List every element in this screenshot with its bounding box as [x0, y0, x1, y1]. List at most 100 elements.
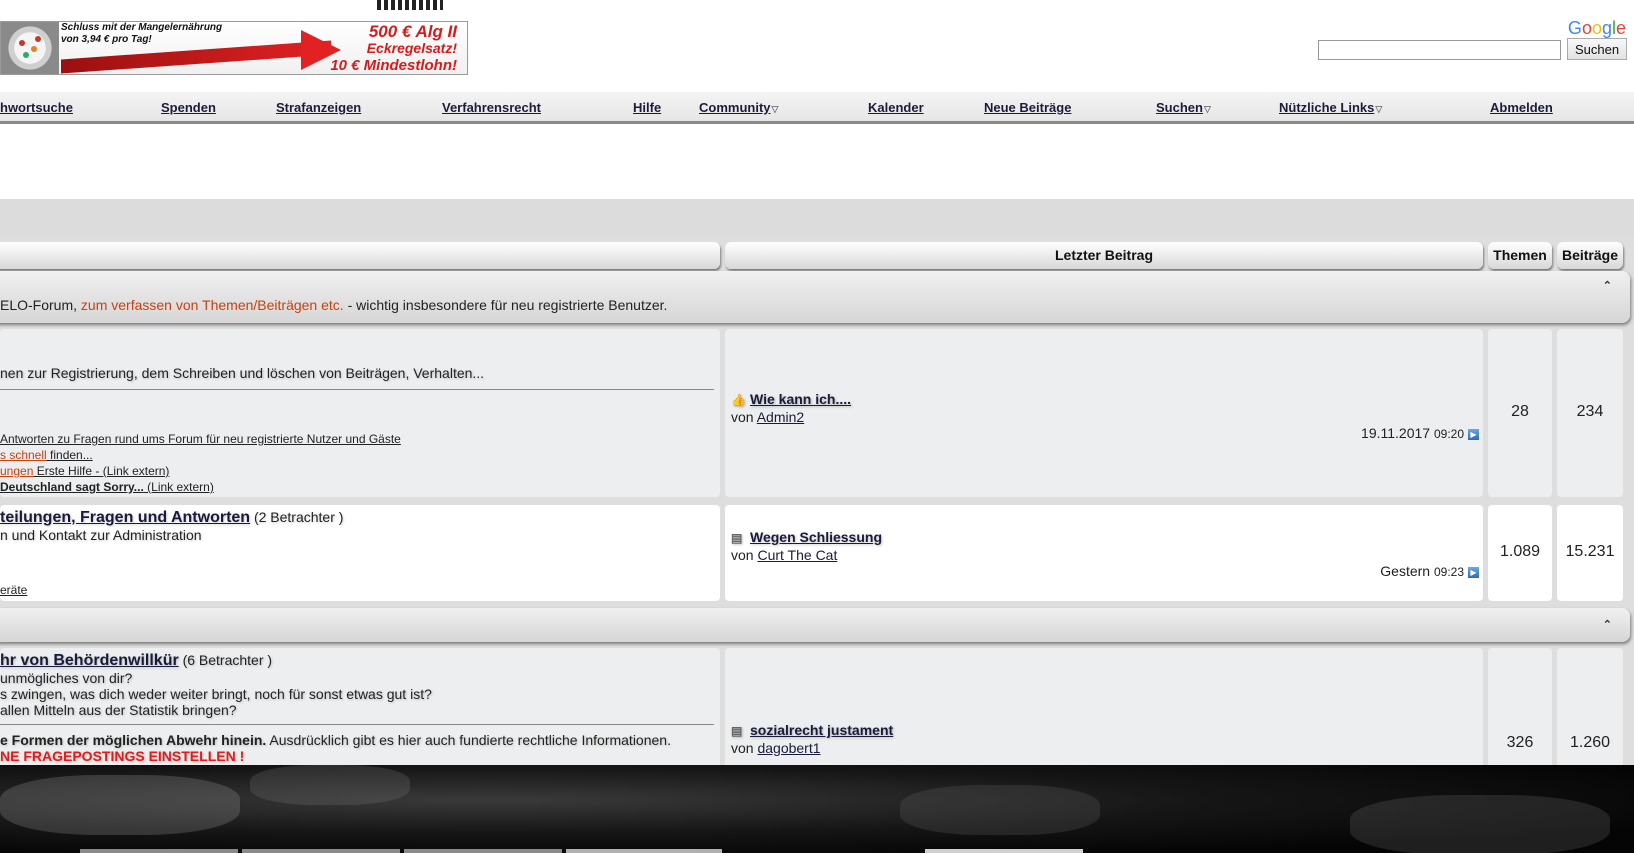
forum-table: Letzter Beitrag Themen Beiträge ELO-Foru… [0, 237, 1634, 765]
banner-big-text: 500 € Alg II Eckregelsatz! 10 € Mindestl… [330, 23, 457, 74]
google-logo-letter: g [1601, 18, 1612, 38]
posts-count: 1.260 [1569, 734, 1611, 751]
author-link[interactable]: dagobert1 [757, 740, 820, 756]
google-search-button[interactable]: Suchen [1567, 38, 1627, 60]
nav-item-hilfe[interactable]: Hilfe [633, 100, 661, 115]
banner-big-line-1: 500 € Alg II [368, 22, 457, 41]
last-post-cell: ▤ Wegen Schliessung von Curt The Cat Gest… [725, 505, 1483, 601]
chevron-down-icon: ▽ [1203, 104, 1211, 114]
google-logo: Google [1568, 18, 1626, 39]
external-link-label: (Link extern) [143, 480, 214, 494]
taskbar-item[interactable] [404, 849, 562, 853]
subforum-link[interactable]: eräte [0, 583, 27, 597]
posts-count-cell: 15.231 [1557, 505, 1623, 601]
category-bar: ELO-Forum, zum verfassen von Themen/Beit… [0, 271, 1630, 323]
subforum-link[interactable]: Antworten zu Fragen rund ums Forum für n… [0, 432, 401, 446]
posts-count: 234 [1576, 403, 1604, 420]
subforum-link-rest: Erste Hilfe - [33, 464, 103, 478]
chevron-down-icon: ▽ [1375, 104, 1383, 114]
category-desc-prefix: ELO-Forum, [0, 297, 81, 313]
topics-column-header: Themen [1488, 242, 1552, 269]
forum-description-line: e Formen der möglichen Abwehr hinein. Au… [0, 732, 671, 748]
forum-viewers: (2 Betrachter ) [250, 509, 344, 525]
banner-big-line-3: 10 € Mindestlohn! [330, 57, 457, 74]
advertising-banner[interactable]: Schluss mit der Mangelernährung von 3,94… [0, 21, 468, 75]
goto-post-icon[interactable]: ▶ [1468, 428, 1479, 440]
by-label: von [731, 547, 754, 563]
last-post-date: 19.11.2017 09:20 ▶ [1361, 425, 1479, 441]
google-logo-letter: o [1591, 18, 1602, 38]
last-post-title-text: Wegen Schliessung [750, 529, 882, 545]
last-post-column-header: Letzter Beitrag [725, 242, 1483, 269]
topics-count: 28 [1511, 403, 1529, 420]
nav-item-stichwortsuche[interactable]: hwortsuche [0, 100, 73, 115]
subforum-link-bold: Deutschland sagt Sorry... [0, 480, 144, 494]
category-bar: ⌃ [0, 608, 1630, 642]
last-post-title[interactable]: 👍 Wie kann ich.... [731, 391, 851, 407]
qr-code-image [377, 0, 443, 10]
forum-title[interactable]: teilungen, Fragen und Antworten [0, 509, 250, 526]
google-search-box: Google Suchen [1318, 18, 1630, 62]
google-logo-letter: G [1567, 18, 1582, 38]
nav-item-neue-beitraege[interactable]: Neue Beiträge [984, 100, 1071, 115]
author-link[interactable]: Curt The Cat [757, 547, 837, 563]
nav-item-abmelden[interactable]: Abmelden [1490, 100, 1553, 115]
chevron-down-icon: ▽ [771, 104, 779, 114]
last-post-author: von Curt The Cat [731, 547, 837, 563]
collapse-icon[interactable]: ⌃ [1603, 279, 1612, 292]
taskbar-item[interactable] [242, 849, 400, 853]
last-post-cell: ▤ sozialrecht justament von dagobert1 [725, 648, 1483, 765]
separator [0, 389, 714, 390]
google-search-input[interactable] [1318, 40, 1561, 60]
external-link-label: (Link extern) [102, 464, 170, 478]
nav-item-spenden[interactable]: Spenden [161, 100, 216, 115]
forum-top-band [0, 199, 1634, 237]
taskbar-item[interactable] [566, 849, 722, 853]
document-icon: ▤ [731, 530, 743, 545]
forum-title-line: hr von Behördenwillkür (6 Betrachter ) [0, 652, 272, 670]
post-date: 19.11.2017 [1361, 425, 1431, 441]
nav-item-nuetzliche-links[interactable]: Nützliche Links▽ [1279, 100, 1382, 115]
goto-post-icon[interactable]: ▶ [1468, 566, 1479, 578]
taskbar-item[interactable] [925, 849, 1083, 853]
subforum-link-rest: finden... [46, 448, 93, 462]
topics-count-cell: 1.089 [1488, 505, 1552, 601]
nav-item-community[interactable]: Community▽ [699, 100, 778, 115]
last-post-title[interactable]: ▤ Wegen Schliessung [731, 529, 882, 545]
topics-count: 326 [1506, 734, 1534, 751]
last-post-title-text: sozialrecht justament [750, 722, 894, 738]
thumbs-up-icon: 👍 [731, 392, 746, 407]
forum-viewers: (6 Betrachter ) [178, 652, 273, 668]
forum-description: n und Kontakt zur Administration [0, 527, 202, 543]
nav-item-verfahrensrecht[interactable]: Verfahrensrecht [442, 100, 541, 115]
subforum-link[interactable]: s schnell finden... [0, 448, 93, 462]
post-date: Gestern [1380, 563, 1431, 579]
nav-item-kalender[interactable]: Kalender [868, 100, 924, 115]
posts-count: 15.231 [1565, 543, 1615, 560]
category-desc-suffix: - wichtig insbesondere für neu registrie… [343, 297, 668, 313]
banner-small-text: Schluss mit der Mangelernährung von 3,94… [61, 22, 222, 46]
nav-item-strafanzeigen[interactable]: Strafanzeigen [276, 100, 361, 115]
subforum-link[interactable]: Deutschland sagt Sorry... (Link extern) [0, 480, 214, 494]
last-post-title[interactable]: ▤ sozialrecht justament [731, 722, 893, 738]
banner-small-line-1: Schluss mit der Mangelernährung [61, 22, 223, 33]
by-label: von [731, 409, 754, 425]
banner-big-line-2: Eckregelsatz! [366, 40, 457, 56]
forum-title[interactable]: hr von Behördenwillkür [0, 652, 179, 669]
subforum-link-highlight: s schnell [0, 448, 47, 462]
forum-description-line: allen Mitteln aus der Statistik bringen? [0, 702, 237, 718]
last-post-cell: 👍 Wie kann ich.... von Admin2 19.11.2017 … [725, 329, 1483, 497]
subforum-link[interactable]: ungen Erste Hilfe - (Link extern) [0, 464, 169, 478]
topics-count-cell: 28 [1488, 329, 1552, 497]
by-label: von [731, 740, 754, 756]
forum-info-cell: nen zur Registrierung, dem Schreiben und… [0, 329, 720, 497]
last-post-author: von Admin2 [731, 409, 804, 425]
separator [0, 724, 714, 725]
forum-info-cell: hr von Behördenwillkür (6 Betrachter ) u… [0, 648, 720, 765]
category-desc-link[interactable]: zum verfassen von Themen/Beiträgen etc. [81, 297, 344, 313]
google-logo-letter: o [1581, 18, 1592, 38]
taskbar-item[interactable] [80, 849, 238, 853]
collapse-icon[interactable]: ⌃ [1603, 618, 1612, 631]
author-link[interactable]: Admin2 [757, 409, 804, 425]
nav-item-suchen[interactable]: Suchen▽ [1156, 100, 1211, 115]
